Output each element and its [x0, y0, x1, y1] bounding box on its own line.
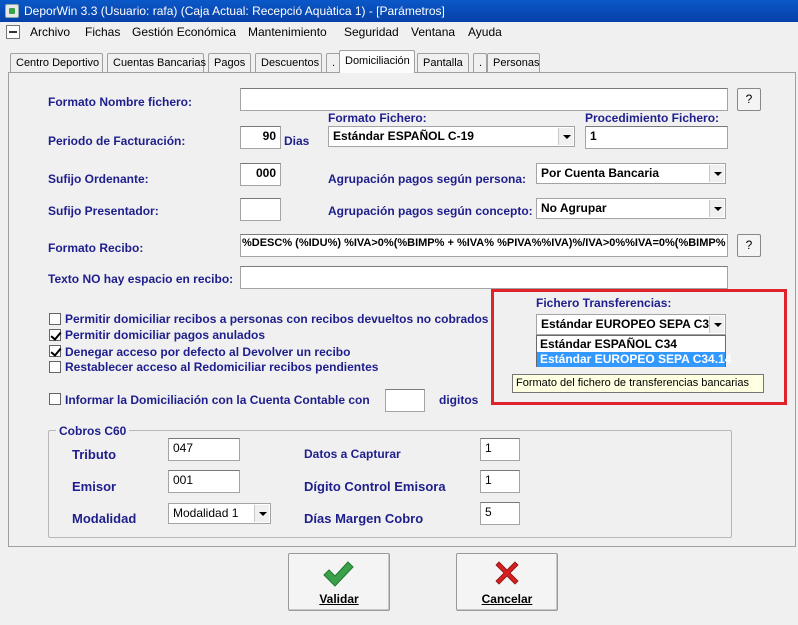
- formato-recibo-help-button[interactable]: ?: [737, 234, 761, 257]
- formato-fichero-label: Formato Fichero:: [328, 111, 427, 125]
- tab-pantalla[interactable]: Pantalla: [417, 53, 469, 72]
- dias-margen-label: Días Margen Cobro: [304, 511, 424, 526]
- title-bar: DeporWin 3.3 (Usuario: rafa) (Caja Actua…: [0, 0, 798, 22]
- procedimiento-input[interactable]: 1: [585, 126, 728, 149]
- chevron-down-icon[interactable]: [558, 128, 573, 145]
- denegar-acceso-label: Denegar acceso por defecto al Devolver u…: [65, 345, 351, 359]
- texto-no-espacio-label: Texto NO hay espacio en recibo:: [48, 272, 234, 286]
- tab-descuentos[interactable]: Descuentos: [255, 53, 322, 72]
- validar-label: Validar: [319, 592, 359, 606]
- digitos-unit: digitos: [439, 393, 479, 407]
- transferencias-label: Fichero Transferencias:: [536, 296, 672, 310]
- tab-cuentas-bancarias[interactable]: Cuentas Bancarias: [107, 53, 206, 72]
- periodo-input[interactable]: 90: [240, 126, 281, 149]
- validar-button[interactable]: Validar: [288, 553, 390, 611]
- agrupacion-persona-value: Por Cuenta Bancaria: [541, 166, 660, 180]
- tab-centro-deportivo[interactable]: Centro Deportivo: [10, 53, 103, 72]
- agrupacion-concepto-label: Agrupación pagos según concepto:: [328, 204, 533, 218]
- formato-fichero-select[interactable]: Estándar ESPAÑOL C-19: [328, 126, 575, 147]
- permitir-anulados-label: Permitir domiciliar pagos anulados: [65, 328, 266, 342]
- emisor-input[interactable]: 001: [168, 470, 240, 493]
- cancelar-button[interactable]: Cancelar: [456, 553, 558, 611]
- chevron-down-icon[interactable]: [254, 505, 269, 522]
- tab-domiciliacion[interactable]: Domiciliación: [339, 50, 415, 73]
- periodo-unit: Dias: [284, 134, 310, 148]
- menu-ayuda[interactable]: Ayuda: [468, 25, 502, 39]
- transferencias-select[interactable]: Estándar EUROPEO SEPA C34: [536, 314, 726, 335]
- chevron-down-icon[interactable]: [709, 200, 724, 217]
- agrupacion-concepto-select[interactable]: No Agrupar: [536, 198, 726, 219]
- menu-seguridad[interactable]: Seguridad: [344, 25, 399, 39]
- digito-control-label: Dígito Control Emisora: [304, 479, 446, 494]
- tab-dot-1[interactable]: .: [326, 53, 340, 72]
- digito-control-input[interactable]: 1: [480, 470, 520, 493]
- tooltip: Formato del fichero de transferencias ba…: [512, 374, 764, 393]
- menu-fichas[interactable]: Fichas: [85, 25, 120, 39]
- digitos-input[interactable]: [385, 389, 425, 412]
- permitir-devueltos-checkbox[interactable]: [49, 313, 61, 325]
- formato-recibo-input[interactable]: %DESC% (%IDU%) %IVA>0%(%BIMP% + %IVA% %P…: [240, 234, 728, 257]
- menu-archivo[interactable]: Archivo: [30, 25, 70, 39]
- agrupacion-persona-label: Agrupación pagos según persona:: [328, 172, 527, 186]
- modalidad-label: Modalidad: [72, 511, 137, 526]
- formato-fichero-value: Estándar ESPAÑOL C-19: [333, 129, 474, 143]
- dropdown-option[interactable]: Estándar ESPAÑOL C34: [537, 337, 725, 352]
- formato-nombre-input[interactable]: [240, 88, 728, 111]
- sufijo-presentador-label: Sufijo Presentador:: [48, 204, 159, 218]
- tributo-input[interactable]: 047: [168, 438, 240, 461]
- dias-margen-input[interactable]: 5: [480, 502, 520, 525]
- procedimiento-label: Procedimiento Fichero:: [585, 111, 720, 125]
- agrupacion-concepto-value: No Agrupar: [541, 201, 607, 215]
- modalidad-value: Modalidad 1: [173, 506, 239, 520]
- agrupacion-persona-select[interactable]: Por Cuenta Bancaria: [536, 163, 726, 184]
- dropdown-option-selected[interactable]: Estándar EUROPEO SEPA C34.14: [537, 352, 731, 367]
- modalidad-select[interactable]: Modalidad 1: [168, 503, 271, 524]
- menu-mantenimiento[interactable]: Mantenimiento: [248, 25, 327, 39]
- datos-capturar-input[interactable]: 1: [480, 438, 520, 461]
- restablecer-acceso-label: Restablecer acceso al Redomiciliar recib…: [65, 360, 379, 374]
- sufijo-ordenante-label: Sufijo Ordenante:: [48, 172, 149, 186]
- app-icon: [5, 4, 19, 18]
- transferencias-dropdown-list: Estándar ESPAÑOL C34 Estándar EUROPEO SE…: [536, 335, 731, 367]
- tab-dot-2[interactable]: .: [473, 53, 487, 72]
- menu-bar: Archivo Fichas Gestión Económica Manteni…: [0, 22, 798, 42]
- cross-icon: [495, 561, 519, 585]
- texto-no-espacio-input[interactable]: [240, 266, 728, 289]
- chevron-down-icon[interactable]: [709, 165, 724, 182]
- denegar-acceso-checkbox[interactable]: [49, 345, 61, 357]
- check-icon: [323, 561, 354, 587]
- informar-contable-label: Informar la Domiciliación con la Cuenta …: [65, 393, 370, 407]
- sufijo-presentador-input[interactable]: [240, 198, 281, 221]
- informar-contable-checkbox[interactable]: [49, 393, 61, 405]
- periodo-label: Periodo de Facturación:: [48, 134, 186, 148]
- formato-recibo-label: Formato Recibo:: [48, 241, 144, 255]
- datos-capturar-label: Datos a Capturar: [304, 447, 401, 461]
- chevron-down-icon[interactable]: [709, 316, 724, 333]
- cancelar-label: Cancelar: [481, 592, 533, 606]
- formato-nombre-label: Formato Nombre fichero:: [48, 95, 193, 109]
- tab-pagos[interactable]: Pagos: [208, 53, 251, 72]
- cobros-c60-title: Cobros C60: [56, 424, 130, 438]
- formato-nombre-help-button[interactable]: ?: [737, 88, 761, 111]
- sufijo-ordenante-input[interactable]: 000: [240, 163, 281, 186]
- emisor-label: Emisor: [72, 479, 117, 494]
- menu-ventana[interactable]: Ventana: [411, 25, 455, 39]
- tributo-label: Tributo: [72, 447, 117, 462]
- transferencias-value: Estándar EUROPEO SEPA C34: [541, 317, 716, 331]
- window-title: DeporWin 3.3 (Usuario: rafa) (Caja Actua…: [24, 4, 445, 18]
- menu-gestion-economica[interactable]: Gestión Económica: [132, 25, 236, 39]
- permitir-anulados-checkbox[interactable]: [49, 329, 61, 341]
- tab-personas[interactable]: Personas: [487, 53, 540, 72]
- restablecer-acceso-checkbox[interactable]: [49, 361, 61, 373]
- permitir-devueltos-label: Permitir domiciliar recibos a personas c…: [65, 312, 489, 326]
- document-menu-icon[interactable]: [6, 25, 20, 39]
